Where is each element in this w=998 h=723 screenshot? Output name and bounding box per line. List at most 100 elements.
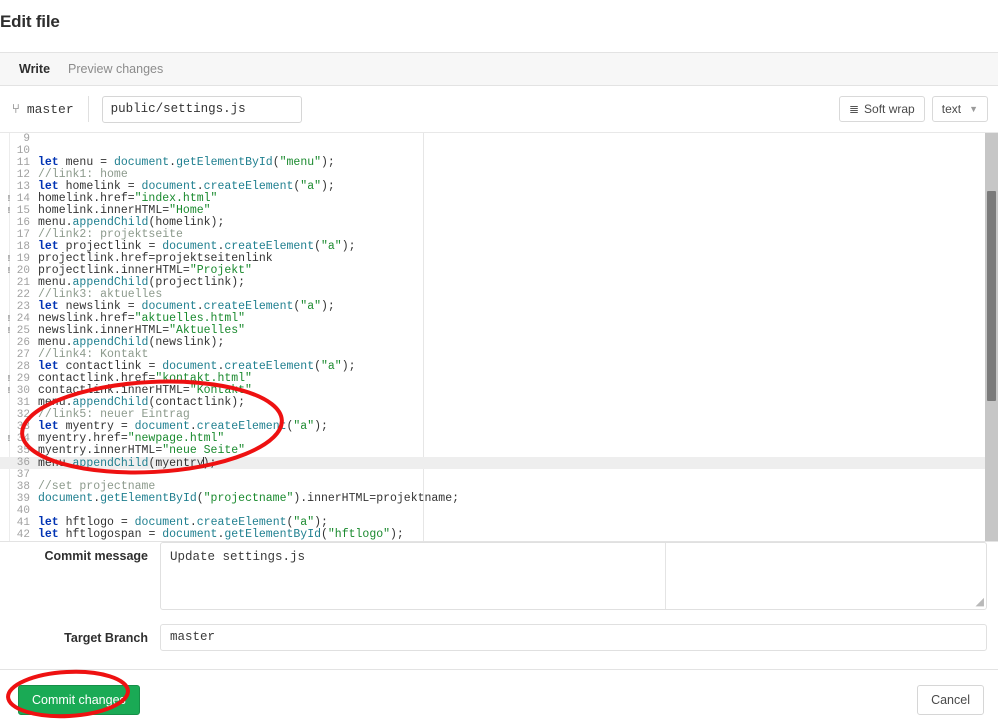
line-number: 27 xyxy=(16,349,30,361)
code-line[interactable]: 35 myentry.innerHTML="neue Seite" xyxy=(0,445,998,458)
line-number: 26 xyxy=(16,337,30,349)
line-number: 21 xyxy=(16,277,30,289)
line-number: 12 xyxy=(16,169,30,181)
tab-write[interactable]: Write xyxy=(10,53,59,85)
resize-handle-icon[interactable]: ◢ xyxy=(972,596,984,608)
code-token: ); xyxy=(321,180,335,193)
code-editor[interactable]: 9 10 11 let menu = document.getElementById(… xyxy=(0,133,998,541)
line-number: 32 xyxy=(16,409,30,421)
branch-name: master xyxy=(26,101,74,117)
code-token: document xyxy=(38,492,94,505)
code-line[interactable]: 36 menu.appendChild(myentry); xyxy=(0,457,998,470)
code-line[interactable]: 9 xyxy=(0,133,998,145)
syntax-mode-select[interactable]: text ▼ xyxy=(931,96,988,122)
code-text: document.getElementById("projectname").i… xyxy=(38,493,459,505)
code-text: let hftlogospan = document.getElementByI… xyxy=(38,529,404,541)
soft-wrap-button[interactable]: ≣ Soft wrap xyxy=(838,96,925,122)
code-token: ); xyxy=(341,360,356,373)
commit-changes-button[interactable]: Commit changes xyxy=(18,685,140,715)
editor-toolbar: ≣ Soft wrap text ▼ xyxy=(838,96,988,122)
line-number: 22 xyxy=(16,289,30,301)
line-number: 38 xyxy=(16,481,30,493)
code-token: ( xyxy=(314,240,321,253)
code-line[interactable]: 39 document.getElementById("projectname")… xyxy=(0,493,998,506)
code-token: getElementById xyxy=(224,528,321,541)
code-lines: 9 10 11 let menu = document.getElementById(… xyxy=(0,133,998,541)
code-token: ).innerHTML=projektname; xyxy=(293,492,460,505)
line-number: 9 xyxy=(23,133,30,145)
code-token: hftlogospan xyxy=(58,528,149,541)
editor-scrollbar-thumb[interactable] xyxy=(987,191,996,401)
code-token: "a" xyxy=(321,360,342,373)
code-token: "a" xyxy=(300,180,322,193)
line-number: 41 xyxy=(16,517,30,529)
editor-tabbar: Write Preview changes xyxy=(0,53,998,86)
commit-message-guide xyxy=(665,543,666,609)
commit-message-label: Commit message xyxy=(44,549,148,563)
footer-divider xyxy=(0,669,998,670)
line-number: 23 xyxy=(16,301,30,313)
line-number: 17 xyxy=(16,229,30,241)
code-line[interactable]: 11 let menu = document.getElementById("me… xyxy=(0,156,998,170)
line-number: 35 xyxy=(16,445,30,457)
line-number: 20 xyxy=(16,265,30,277)
line-number: 11 xyxy=(16,157,30,169)
edit-file-page: Edit file Write Preview changes ⑂ master… xyxy=(0,0,998,723)
line-number: 14 xyxy=(16,193,30,205)
code-token: "a" xyxy=(321,240,342,253)
line-number: 33 xyxy=(16,421,30,433)
chevron-down-icon: ▼ xyxy=(969,104,978,114)
wrap-text-icon: ≣ xyxy=(848,102,860,116)
code-token: ); xyxy=(321,156,335,169)
code-token: let xyxy=(38,528,59,541)
code-token: "neue Seite" xyxy=(162,444,246,457)
code-token: ); xyxy=(314,420,328,433)
line-number: 10 xyxy=(16,145,30,157)
line-number: 16 xyxy=(16,217,30,229)
tab-preview-changes[interactable]: Preview changes xyxy=(59,53,172,85)
line-number: 36 xyxy=(16,457,30,469)
commit-message-row: Commit message Update settings.js ◢ xyxy=(0,542,998,610)
branch-chip[interactable]: ⑂ master xyxy=(12,96,89,122)
file-path-input[interactable] xyxy=(101,95,302,123)
code-token: (projectlink); xyxy=(148,276,246,289)
editor-scrollbar-track[interactable] xyxy=(985,133,998,541)
code-token: ); xyxy=(390,528,404,541)
target-branch-input[interactable]: master xyxy=(160,624,987,651)
line-number: 29 xyxy=(16,373,30,385)
code-token: "a" xyxy=(300,300,322,313)
line-number: 37 xyxy=(16,469,30,481)
code-line[interactable]: 42 let hftlogospan = document.getElementB… xyxy=(0,529,998,542)
code-token: myentry.innerHTML= xyxy=(38,444,163,457)
cancel-button[interactable]: Cancel xyxy=(917,685,984,715)
code-token: "menu" xyxy=(279,156,322,169)
code-line[interactable]: 26 menu.appendChild(newslink); xyxy=(0,336,998,350)
code-token: ( xyxy=(272,156,280,169)
line-number: 39 xyxy=(16,493,30,505)
line-number: 40 xyxy=(16,505,30,517)
branch-icon: ⑂ xyxy=(12,101,20,117)
commit-message-input[interactable]: Update settings.js ◢ xyxy=(160,542,987,610)
soft-wrap-label: Soft wrap xyxy=(864,102,915,116)
code-text: myentry.innerHTML="neue Seite" xyxy=(38,445,245,457)
commit-message-value: Update settings.js xyxy=(170,550,306,564)
code-token: getElementById xyxy=(100,492,197,505)
line-number: 28 xyxy=(16,361,30,373)
code-token: (newslink); xyxy=(148,336,225,349)
code-token: "hftlogo" xyxy=(327,528,391,541)
code-token: document xyxy=(162,528,218,541)
editor-card: Write Preview changes ⑂ master ≣ Soft wr… xyxy=(0,52,998,542)
line-number: 15 xyxy=(16,205,30,217)
target-branch-row: Target Branch master xyxy=(0,624,998,651)
code-token: ( xyxy=(321,528,328,541)
line-number: 24 xyxy=(16,313,30,325)
line-number: 25 xyxy=(16,325,30,337)
code-token: ( xyxy=(196,492,204,505)
commit-form: Commit message Update settings.js ◢ Targ… xyxy=(0,542,998,651)
line-number: 13 xyxy=(16,181,30,193)
line-number: 19 xyxy=(16,253,30,265)
code-token: getElementById xyxy=(176,156,273,169)
line-number: 31 xyxy=(16,397,30,409)
code-token: "projectname" xyxy=(203,492,294,505)
page-title: Edit file xyxy=(0,12,60,31)
